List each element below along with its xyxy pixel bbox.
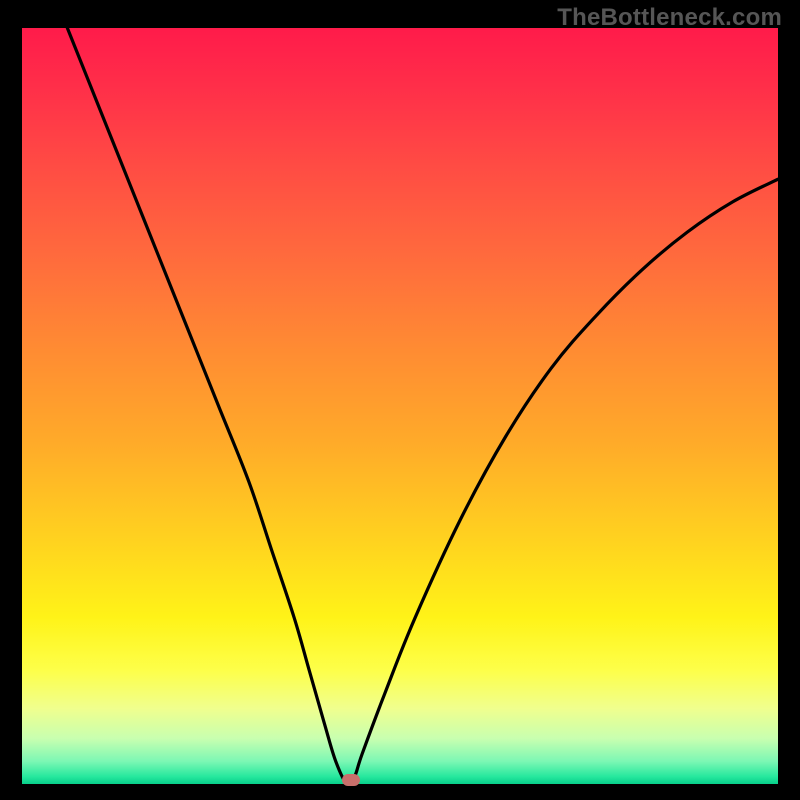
- plot-area: [22, 28, 778, 784]
- min-marker: [342, 774, 360, 786]
- chart-frame: TheBottleneck.com: [0, 0, 800, 800]
- line-curve: [22, 28, 778, 784]
